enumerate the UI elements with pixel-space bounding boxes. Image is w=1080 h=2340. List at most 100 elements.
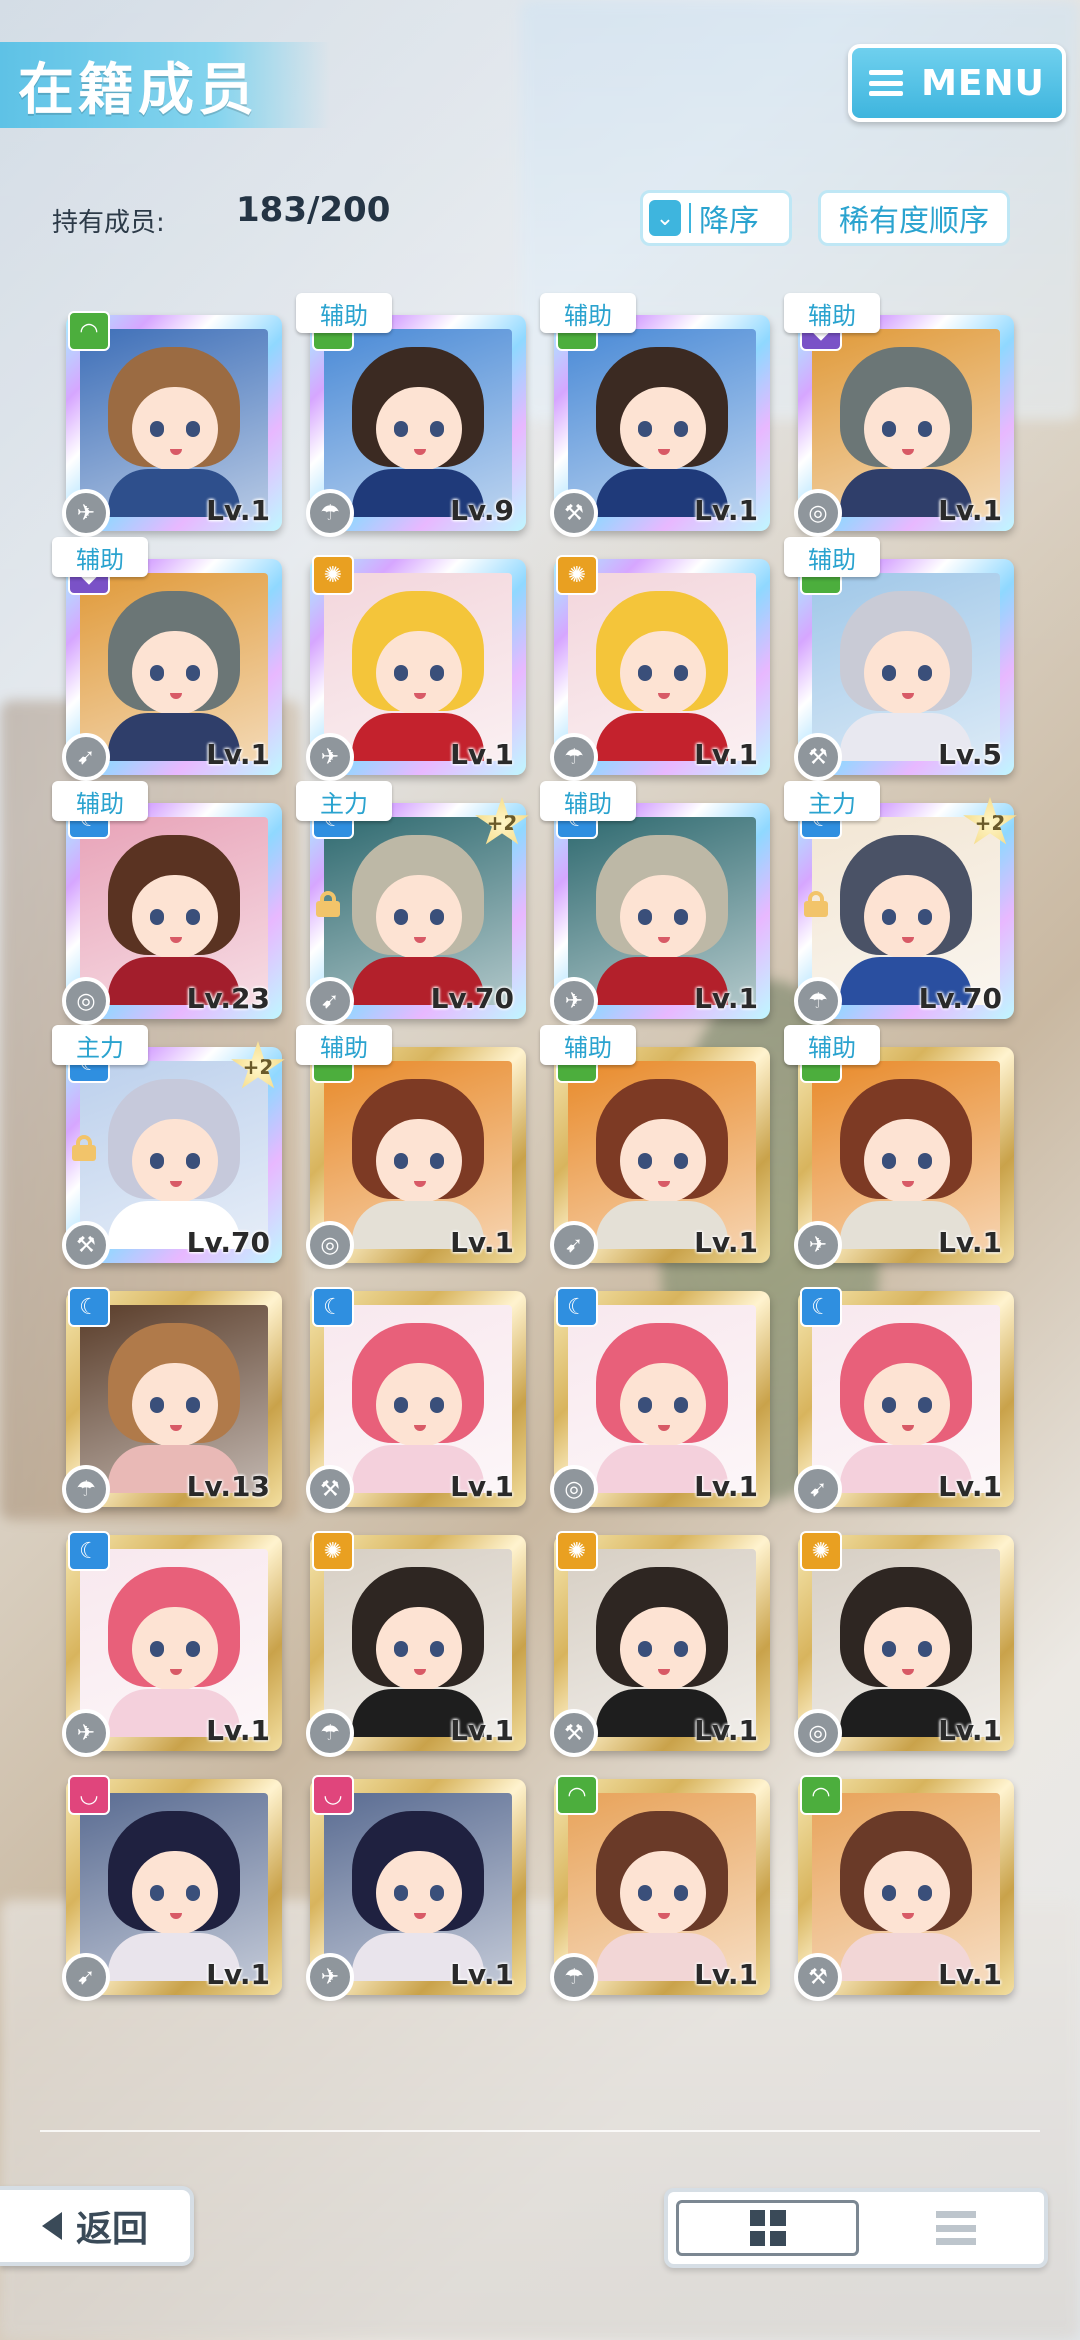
weapon-type-icon: ◎	[306, 1221, 354, 1269]
green-attribute-icon: ◠	[68, 311, 110, 351]
member-card[interactable]: ◠辅助☂Lv.9	[296, 293, 526, 537]
blue-attribute-icon: ☾	[800, 1287, 842, 1327]
pink-attribute-icon: ◡	[312, 1775, 354, 1815]
level-label: Lv.1	[206, 494, 270, 527]
character-portrait	[568, 1305, 756, 1493]
member-card[interactable]: ◠ ⚒ Lv.1	[794, 1775, 1014, 2001]
member-card[interactable]: ◡ ➹ Lv.1	[62, 1775, 282, 2001]
chevron-double-down-icon: ⌄	[649, 200, 681, 236]
member-card[interactable]: ☾辅助✈Lv.1	[540, 781, 770, 1025]
level-label: Lv.1	[938, 1714, 1002, 1747]
member-card[interactable]: ✺ ☂ Lv.1	[550, 555, 770, 781]
weapon-type-icon: ⚒	[550, 1709, 598, 1757]
member-card[interactable]: ◆辅助➹Lv.1	[52, 537, 282, 781]
role-tag: 辅助	[52, 781, 148, 821]
level-label: Lv.1	[694, 738, 758, 771]
member-card[interactable]: ☾主力+2➹Lv.70	[296, 781, 529, 1025]
role-tag: 辅助	[52, 537, 148, 577]
character-portrait	[80, 1305, 268, 1493]
sort-rarity-button[interactable]: 稀有度顺序	[818, 190, 1010, 246]
member-card[interactable]: ◠辅助⚒Lv.1	[540, 293, 770, 537]
member-card[interactable]: ✺ ⚒ Lv.1	[550, 1531, 770, 1757]
level-label: Lv.1	[206, 1714, 270, 1747]
role-tag: 主力	[52, 1025, 148, 1065]
level-label: Lv.1	[938, 1470, 1002, 1503]
member-card[interactable]: ☾ ◎ Lv.1	[550, 1287, 770, 1513]
blue-attribute-icon: ☾	[68, 1287, 110, 1327]
weapon-type-icon: ☂	[306, 489, 354, 537]
member-card[interactable]: ◠辅助✈Lv.1	[784, 1025, 1014, 1269]
menu-button[interactable]: MENU	[848, 44, 1066, 122]
weapon-type-icon: ☂	[550, 733, 598, 781]
blue-attribute-icon: ☾	[312, 1287, 354, 1327]
character-portrait	[812, 1305, 1000, 1493]
member-card[interactable]: ◠辅助◎Lv.1	[296, 1025, 526, 1269]
list-icon	[935, 2211, 976, 2245]
blue-attribute-icon: ☾	[556, 1287, 598, 1327]
weapon-type-icon: ✈	[306, 733, 354, 781]
member-card[interactable]: ☾ ⚒ Lv.1	[306, 1287, 526, 1513]
blue-attribute-icon: ☾	[68, 1531, 110, 1571]
page-title: 在籍成员	[18, 57, 258, 123]
member-card[interactable]: ☾ ➹ Lv.1	[794, 1287, 1014, 1513]
green-attribute-icon: ◠	[800, 1775, 842, 1815]
character-portrait	[324, 1061, 512, 1249]
character-portrait	[568, 329, 756, 517]
member-card[interactable]: ◠辅助➹Lv.1	[540, 1025, 770, 1269]
level-label: Lv.1	[450, 1470, 514, 1503]
member-card[interactable]: ☾辅助◎Lv.23	[52, 781, 282, 1025]
level-label: Lv.1	[938, 1226, 1002, 1259]
character-portrait	[80, 817, 268, 1005]
role-tag: 辅助	[784, 1025, 880, 1065]
role-tag: 辅助	[540, 293, 636, 333]
weapon-type-icon: ✈	[550, 977, 598, 1025]
weapon-type-icon: ✈	[306, 1953, 354, 2001]
level-label: Lv.13	[186, 1470, 270, 1503]
grid-icon	[749, 2210, 786, 2246]
member-card[interactable]: ◆辅助◎Lv.1	[784, 293, 1014, 537]
member-card[interactable]: ◠ ✈ Lv.1	[62, 311, 282, 537]
member-card[interactable]: ◠辅助⚒Lv.5	[784, 537, 1014, 781]
weapon-type-icon: ➹	[794, 1465, 842, 1513]
weapon-type-icon: ⚒	[62, 1221, 110, 1269]
level-label: Lv.1	[450, 1226, 514, 1259]
member-grid: ◠✈Lv.1◠辅助☂Lv.9◠辅助⚒Lv.1◆辅助◎Lv.1◆辅助➹Lv.1✺✈…	[52, 293, 1026, 2001]
menu-label: MENU	[921, 62, 1045, 104]
character-portrait	[812, 1549, 1000, 1737]
sort-order-button[interactable]: ⌄ 降序	[640, 190, 792, 246]
weapon-type-icon: ✈	[62, 489, 110, 537]
member-card[interactable]: ◡ ✈ Lv.1	[306, 1775, 526, 2001]
character-portrait	[568, 1549, 756, 1737]
character-portrait	[568, 817, 756, 1005]
character-portrait	[812, 817, 1000, 1005]
character-portrait	[80, 573, 268, 761]
level-label: Lv.1	[938, 1958, 1002, 1991]
weapon-type-icon: ⚒	[794, 1953, 842, 2001]
level-label: Lv.1	[694, 982, 758, 1015]
member-card[interactable]: ☾主力+2⚒Lv.70	[52, 1025, 285, 1269]
character-portrait	[80, 1549, 268, 1737]
character-portrait	[812, 573, 1000, 761]
weapon-type-icon: ◎	[794, 1709, 842, 1757]
hamburger-icon	[869, 70, 904, 96]
level-label: Lv.1	[694, 494, 758, 527]
level-label: Lv.1	[694, 1226, 758, 1259]
weapon-type-icon: ➹	[306, 977, 354, 1025]
member-card[interactable]: ☾主力+2☂Lv.70	[784, 781, 1017, 1025]
back-button[interactable]: 返回	[0, 2186, 194, 2266]
orange-attribute-icon: ✺	[312, 1531, 354, 1571]
member-card[interactable]: ☾ ☂ Lv.13	[62, 1287, 282, 1513]
orange-attribute-icon: ✺	[556, 555, 598, 595]
grid-view-button[interactable]	[676, 2200, 859, 2256]
member-card[interactable]: ✺ ◎ Lv.1	[794, 1531, 1014, 1757]
member-card[interactable]: ◠ ☂ Lv.1	[550, 1775, 770, 2001]
member-card[interactable]: ✺ ✈ Lv.1	[306, 555, 526, 781]
role-tag: 辅助	[296, 293, 392, 333]
list-view-button[interactable]	[867, 2192, 1044, 2264]
weapon-type-icon: ➹	[62, 733, 110, 781]
character-portrait	[324, 1793, 512, 1981]
member-card[interactable]: ✺ ☂ Lv.1	[306, 1531, 526, 1757]
weapon-type-icon: ☂	[306, 1709, 354, 1757]
member-card[interactable]: ☾ ✈ Lv.1	[62, 1531, 282, 1757]
level-label: Lv.1	[694, 1958, 758, 1991]
